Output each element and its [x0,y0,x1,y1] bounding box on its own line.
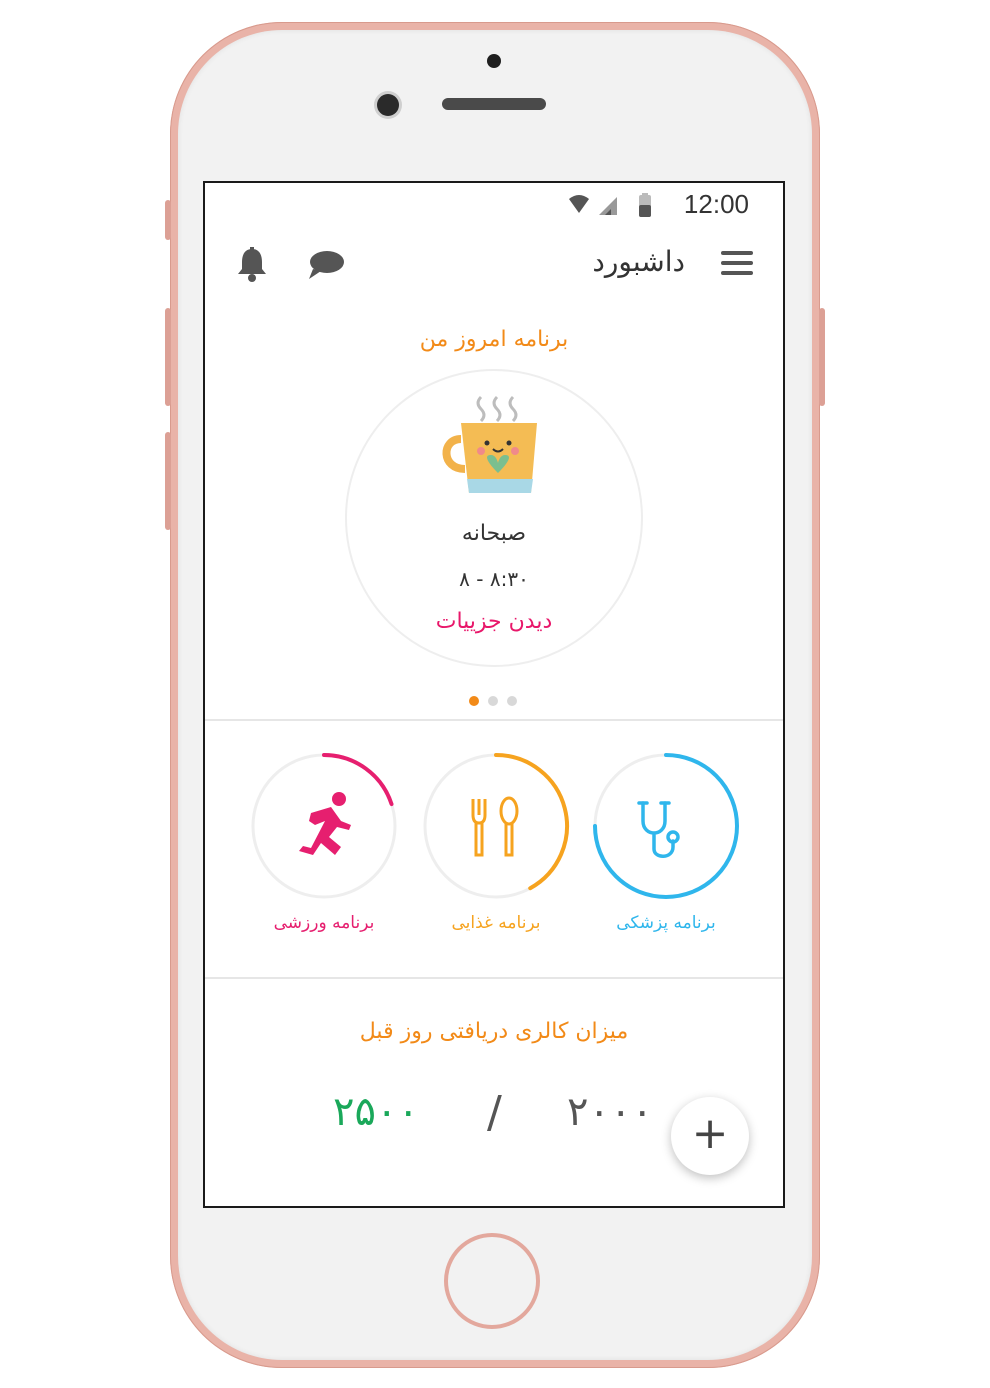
proximity-sensor [487,54,501,68]
meal-name: صبحانه [461,521,527,546]
coffee-cup-icon [442,395,537,493]
bell-icon[interactable] [235,247,269,283]
view-details-link[interactable]: دیدن جزییات [347,609,641,634]
divider [205,977,783,979]
chat-icon[interactable] [307,249,345,281]
silent-switch [165,200,171,240]
app-bar: داشبورد [205,233,783,297]
calorie-separator: / [487,1087,502,1138]
medical-program-label[interactable]: برنامه پزشکی [581,913,751,933]
calorie-current: ۲۰۰۰ [567,1089,653,1135]
volume-down-button [165,432,171,530]
hamburger-menu-icon[interactable] [721,251,753,277]
calorie-title: میزان کالری دریافتی روز قبل [359,1019,629,1044]
sport-program-progress[interactable] [249,751,399,901]
app-screen: 12:00 داشبورد برنامه امروز من صبحانه ۸:۳… [203,181,785,1208]
diet-program-label[interactable]: برنامه غذایی [411,913,581,933]
medical-program-progress[interactable] [591,751,741,901]
earpiece-speaker [442,98,546,110]
meal-card[interactable]: صبحانه ۸:۳۰ - ۸ دیدن جزییات [345,369,643,667]
diet-program-progress[interactable] [421,751,571,901]
status-icons [569,193,651,217]
divider [205,719,783,721]
today-plan-title: برنامه امروز من [419,327,569,352]
page-title: داشبورد [592,245,685,278]
pager-dot[interactable] [507,696,517,706]
status-bar: 12:00 [205,183,783,227]
front-camera-icon [377,94,399,116]
home-button[interactable] [444,1233,540,1329]
pager-dot[interactable] [488,696,498,706]
power-button [819,308,825,406]
wifi-icon [569,195,589,213]
volume-up-button [165,308,171,406]
sport-program-label[interactable]: برنامه ورزشی [239,913,409,933]
meal-time: ۸:۳۰ - ۸ [459,567,529,591]
status-time: 12:00 [683,189,749,219]
battery-icon [639,193,651,217]
carousel-pager[interactable] [469,691,526,710]
signal-icon [599,197,617,215]
pager-dot[interactable] [469,696,479,706]
add-calorie-button[interactable]: + [671,1097,749,1175]
calorie-target: ۲۵۰۰ [333,1089,419,1135]
